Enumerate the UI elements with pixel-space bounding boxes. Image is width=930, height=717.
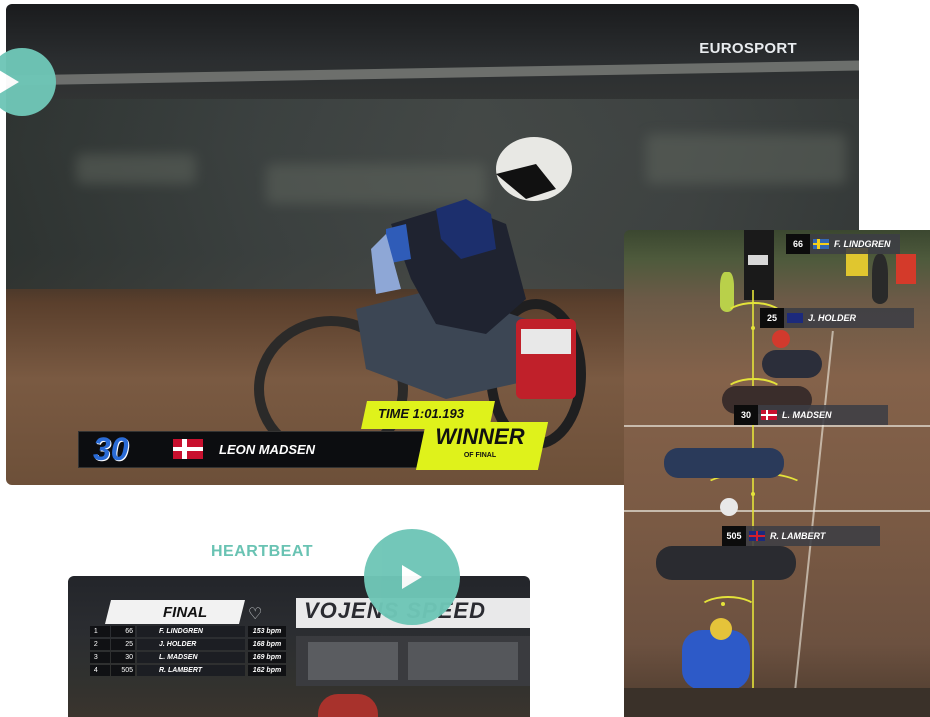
rider-tag: 30 L. MADSEN — [734, 405, 888, 425]
race-time: TIME 1:01.193 — [378, 406, 464, 421]
track-rail — [6, 60, 859, 86]
rider-number: 505 — [111, 665, 135, 676]
rider-tag-number: 25 — [760, 308, 784, 328]
rider-number: 30 — [111, 652, 135, 663]
barrier-advert — [76, 154, 196, 184]
position-dot — [751, 326, 755, 330]
heart-rate-value: 168 bpm — [248, 639, 286, 650]
uk-flag-icon — [749, 531, 765, 541]
rider-name: LEON MADSEN — [219, 442, 316, 457]
track-line — [624, 425, 930, 427]
winner-subtitle: OF FINAL — [463, 452, 497, 459]
rider-helmet — [710, 618, 732, 640]
start-gate-video[interactable]: 66 F. LINDGREN 25 J. HOLDER 30 L. MADSEN… — [624, 230, 930, 717]
rider-tag: 505 R. LAMBERT — [722, 526, 880, 546]
barrier-advert — [646, 134, 846, 184]
rider-tag-number: 505 — [722, 526, 746, 546]
official-figure — [872, 254, 888, 304]
heart-rate-value: 162 bpm — [248, 665, 286, 676]
winner-title: WINNER — [435, 424, 525, 449]
track-line — [624, 510, 930, 512]
rider-number: 25 — [111, 639, 135, 650]
rider-number: 30 — [93, 431, 129, 467]
rider-tag-name: L. MADSEN — [782, 410, 832, 420]
final-title: FINAL — [163, 604, 208, 621]
rider-tag-name: R. LAMBERT — [770, 531, 826, 541]
rider-name: J. HOLDER — [137, 639, 245, 650]
rider-helmet — [772, 330, 790, 348]
rider-name: L. MADSEN — [137, 652, 245, 663]
rider-lower-third: 30 LEON MADSEN — [78, 431, 432, 468]
denmark-flag-icon — [173, 439, 203, 459]
heart-rate-value: 169 bpm — [248, 652, 286, 663]
play-icon — [402, 565, 422, 589]
rider-tag: 25 J. HOLDER — [760, 308, 914, 328]
rider-tag-number: 30 — [734, 405, 758, 425]
heartbeat-label: HEARTBEAT — [211, 543, 313, 560]
track-edge — [624, 688, 930, 717]
gate-light — [748, 255, 768, 265]
start-gate-post — [744, 230, 774, 300]
leaderboard-pos: 1 — [90, 626, 110, 637]
position-number: 4 — [93, 667, 98, 674]
heart-rate-icon: ♡ — [248, 606, 263, 623]
rider-name: F. LINDGREN — [137, 626, 245, 637]
rider-tag-name: F. LINDGREN — [834, 239, 891, 249]
window — [308, 642, 398, 680]
rider-bike — [762, 350, 822, 378]
rider-bike — [664, 448, 784, 478]
sweden-flag-icon — [813, 239, 829, 249]
play-button[interactable] — [364, 529, 460, 625]
rider-number: 66 — [111, 626, 135, 637]
rider-bike — [656, 546, 796, 580]
play-icon — [0, 70, 19, 94]
rider-name: R. LAMBERT — [137, 665, 245, 676]
position-number: 3 — [93, 654, 98, 661]
position-dot — [721, 602, 725, 606]
rider-tag-number: 66 — [786, 234, 810, 254]
position-dot — [751, 492, 755, 496]
position-number: 1 — [93, 628, 98, 635]
rider-tag: 66 F. LINDGREN — [786, 234, 900, 254]
rider-helmet — [720, 498, 738, 516]
eurosport-logo: EUROSPORT — [699, 40, 797, 57]
position-number: 2 — [93, 641, 98, 648]
red-sign — [896, 254, 916, 284]
heart-rate-value: 153 bpm — [248, 626, 286, 637]
heartbeat-video-player[interactable]: VOJENS SPEED FINAL ♡ 1 66 F. LINDGREN 15… — [68, 576, 530, 717]
denmark-flag-icon — [761, 410, 777, 420]
leaderboard-pos: 3 — [90, 652, 110, 663]
australia-flag-icon — [787, 313, 803, 323]
window — [408, 642, 518, 680]
rider-figure — [318, 694, 378, 717]
leaderboard-pos: 4 — [90, 665, 110, 676]
leaderboard-pos: 2 — [90, 639, 110, 650]
rider-tag-name: J. HOLDER — [808, 313, 857, 323]
